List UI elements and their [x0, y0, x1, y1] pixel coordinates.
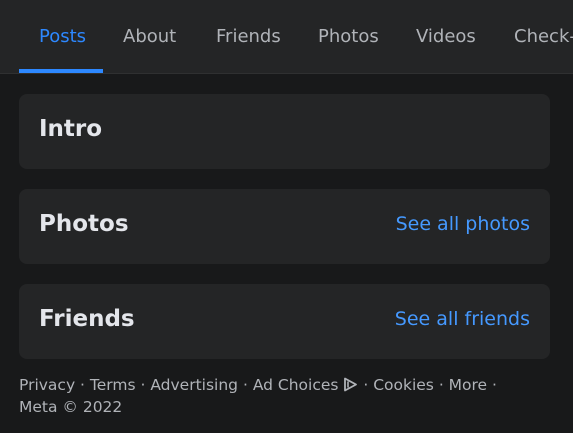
- tab-photos[interactable]: Photos: [318, 0, 379, 74]
- tab-check-ins[interactable]: Check-: [514, 0, 573, 74]
- intro-title: Intro: [39, 116, 103, 142]
- terms-link[interactable]: Terms: [90, 376, 136, 394]
- ad-choices-link[interactable]: Ad Choices: [253, 376, 359, 394]
- profile-tab-bar: Posts About Friends Photos Videos Check-: [0, 0, 573, 74]
- footer-separator: ·: [358, 376, 374, 394]
- footer-separator: ·: [135, 376, 151, 394]
- tab-about[interactable]: About: [123, 0, 176, 74]
- friends-title: Friends: [39, 306, 135, 332]
- active-tab-indicator: [19, 69, 103, 73]
- ad-choices-label: Ad Choices: [252, 376, 339, 394]
- privacy-link[interactable]: Privacy: [19, 376, 75, 394]
- footer-separator: ·: [487, 376, 497, 394]
- see-all-friends-link[interactable]: See all friends: [395, 284, 530, 359]
- footer-links: Privacy · Terms · Advertising · Ad Choic…: [19, 374, 539, 418]
- tab-friends[interactable]: Friends: [216, 0, 281, 74]
- footer-separator: ·: [238, 376, 253, 394]
- advertising-link[interactable]: Advertising: [150, 376, 238, 394]
- see-all-photos-link[interactable]: See all photos: [396, 189, 530, 264]
- tab-posts[interactable]: Posts: [39, 0, 86, 74]
- cookies-link[interactable]: Cookies: [373, 376, 434, 394]
- photos-card: Photos See all photos: [19, 189, 550, 264]
- friends-card: Friends See all friends: [19, 284, 550, 359]
- footer-separator: ·: [75, 376, 90, 394]
- adchoices-icon: [344, 377, 358, 392]
- footer-separator: ·: [433, 376, 449, 394]
- tab-videos[interactable]: Videos: [416, 0, 476, 74]
- meta-copyright: Meta © 2022: [19, 398, 123, 416]
- more-link[interactable]: More: [449, 376, 487, 394]
- photos-title: Photos: [39, 211, 129, 237]
- intro-card: Intro: [19, 94, 550, 169]
